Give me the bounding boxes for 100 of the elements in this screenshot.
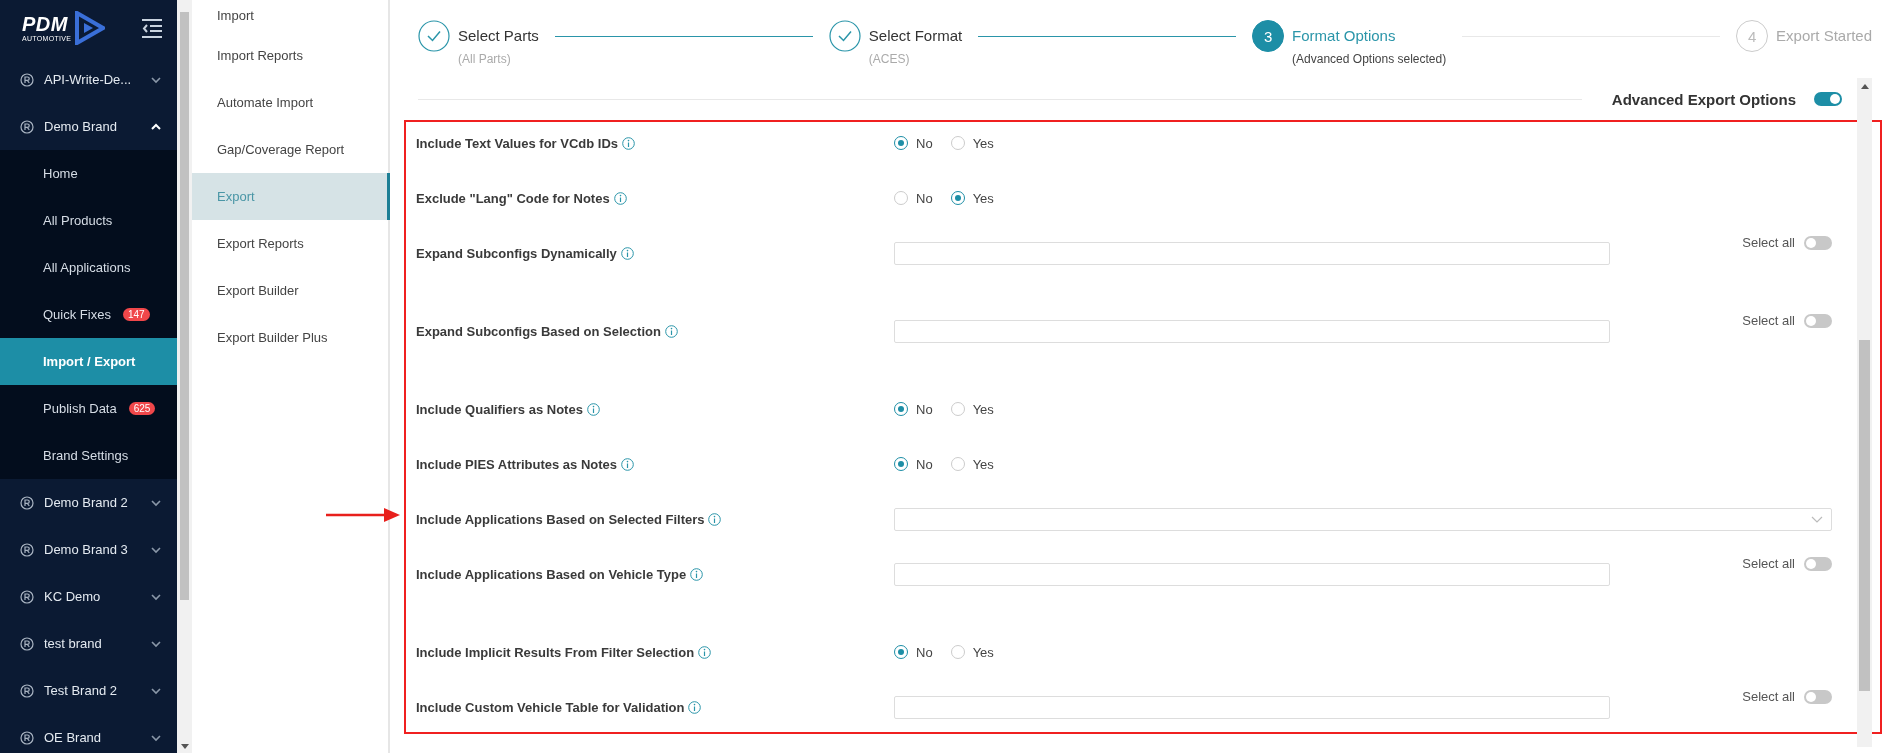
info-icon[interactable] — [622, 136, 636, 150]
brand-item[interactable]: Demo Brand 3 — [0, 526, 177, 573]
step-number: 3 — [1252, 20, 1285, 52]
sidebar-item[interactable]: Brand Settings — [0, 432, 177, 479]
info-icon[interactable] — [708, 512, 722, 526]
radio-label: Yes — [972, 190, 994, 206]
input-field[interactable] — [894, 319, 1610, 343]
registered-icon — [20, 683, 34, 698]
select-all-label: Select all — [1742, 556, 1795, 571]
step-subtitle: (ACES) — [868, 52, 911, 66]
chevron-down-icon[interactable] — [151, 545, 161, 554]
chevron-down-icon[interactable] — [151, 639, 161, 648]
select-all-label: Select all — [1742, 313, 1795, 328]
sidebar-item[interactable]: Home — [0, 150, 177, 197]
registered-icon — [20, 589, 34, 604]
brand-item[interactable]: Demo Brand 2 — [0, 479, 177, 526]
option-label: Expand Subconfigs Based on Selection — [416, 323, 661, 339]
step-title: Select Parts — [458, 26, 539, 46]
toggle-switch[interactable] — [1804, 556, 1832, 571]
info-icon[interactable] — [690, 567, 704, 581]
toggle-switch[interactable] — [1814, 92, 1842, 106]
info-icon[interactable] — [698, 645, 712, 659]
input-field[interactable] — [894, 695, 1610, 719]
scroll-up-icon[interactable] — [1861, 84, 1869, 89]
brand-item[interactable]: Demo Brand — [0, 103, 177, 150]
chevron-down-icon[interactable] — [151, 75, 161, 84]
scrollbar-thumb[interactable] — [180, 12, 189, 600]
info-icon[interactable] — [688, 700, 702, 714]
brand-item[interactable]: test brand — [0, 620, 177, 667]
registered-icon — [20, 542, 34, 557]
radio-label: Yes — [972, 401, 994, 417]
count-badge: 147 — [122, 308, 150, 321]
dropdown-field[interactable] — [894, 507, 1832, 531]
option-label: Include Custom Vehicle Table for Validation — [416, 699, 685, 715]
triangle-logo-icon — [75, 11, 106, 45]
step-subtitle: (Advanced Options selected) — [1292, 52, 1447, 66]
radio-label: Yes — [972, 135, 994, 151]
option-label: Include Text Values for VCdb IDs — [416, 135, 619, 151]
count-badge: 625 — [128, 402, 156, 415]
nav-item[interactable]: Automate Import — [192, 79, 388, 126]
menu-icon[interactable] — [140, 18, 164, 38]
registered-icon — [20, 72, 34, 87]
brand-item[interactable]: KC Demo — [0, 573, 177, 620]
info-icon[interactable] — [621, 457, 635, 471]
sidebar-item[interactable]: All Products — [0, 197, 177, 244]
step-title: Select Format — [868, 26, 963, 46]
option-label: Include Applications Based on Vehicle Type — [416, 566, 687, 582]
registered-icon — [20, 119, 34, 134]
select-all-label: Select all — [1742, 689, 1795, 704]
option-label: Expand Subconfigs Dynamically — [416, 245, 617, 261]
nav-item[interactable]: Export Builder Plus — [192, 314, 388, 361]
sidebar-item[interactable]: Publish Data 625 — [0, 385, 177, 432]
toggle-switch[interactable] — [1804, 689, 1832, 704]
toggle-switch[interactable] — [1804, 313, 1832, 328]
nav-item[interactable]: Gap/Coverage Report — [192, 126, 388, 173]
brand-item[interactable]: Test Brand 2 — [0, 667, 177, 714]
nav-item[interactable]: Import Reports — [192, 32, 388, 79]
nav-item[interactable]: Export Builder — [192, 267, 388, 314]
scroll-down-icon[interactable] — [181, 744, 189, 749]
brand-item[interactable]: API-Write-De... — [0, 56, 177, 103]
registered-icon — [20, 636, 34, 651]
chevron-down-icon[interactable] — [151, 498, 161, 507]
radio-label: No — [916, 644, 933, 660]
radio-label: Yes — [972, 456, 994, 472]
toggle-switch[interactable] — [1804, 235, 1832, 250]
sidebar-item[interactable]: All Applications — [0, 244, 177, 291]
sidebar-item[interactable]: Import / Export — [0, 338, 177, 385]
nav-item[interactable]: Export Reports — [192, 220, 388, 267]
nav-item[interactable]: Import — [192, 0, 388, 32]
registered-icon — [20, 495, 34, 510]
option-label: Exclude "Lang" Code for Notes — [416, 190, 610, 206]
input-field[interactable] — [894, 562, 1610, 586]
chevron-down-icon — [1811, 515, 1823, 523]
step-title: Format Options — [1292, 26, 1397, 46]
radio-label: Yes — [972, 644, 994, 660]
chevron-down-icon[interactable] — [151, 686, 161, 695]
info-icon[interactable] — [613, 191, 627, 205]
radio-label: No — [916, 456, 933, 472]
step-subtitle: (All Parts) — [458, 52, 512, 66]
info-icon[interactable] — [664, 324, 678, 338]
registered-icon — [20, 730, 34, 745]
step-title: Export Started — [1776, 26, 1872, 46]
radio-label: No — [916, 190, 933, 206]
radio-label: No — [916, 135, 933, 151]
option-label: Include PIES Attributes as Notes — [416, 456, 618, 472]
select-all-label: Select all — [1742, 235, 1795, 250]
brand-item[interactable]: OE Brand — [0, 714, 177, 753]
chevron-down-icon[interactable] — [151, 733, 161, 742]
advanced-options-label: Advanced Export Options — [1611, 90, 1796, 108]
sidebar-item[interactable]: Quick Fixes 147 — [0, 291, 177, 338]
scrollbar[interactable] — [1857, 78, 1872, 747]
scrollbar[interactable] — [177, 0, 192, 753]
option-label: Include Implicit Results From Filter Selection — [416, 644, 695, 660]
info-icon[interactable] — [586, 402, 600, 416]
info-icon[interactable] — [620, 246, 634, 260]
logo-name: PDM — [22, 14, 69, 34]
chevron-up-icon[interactable] — [151, 122, 161, 131]
chevron-down-icon[interactable] — [151, 592, 161, 601]
scrollbar-thumb[interactable] — [1859, 340, 1870, 691]
input-field[interactable] — [894, 241, 1610, 265]
